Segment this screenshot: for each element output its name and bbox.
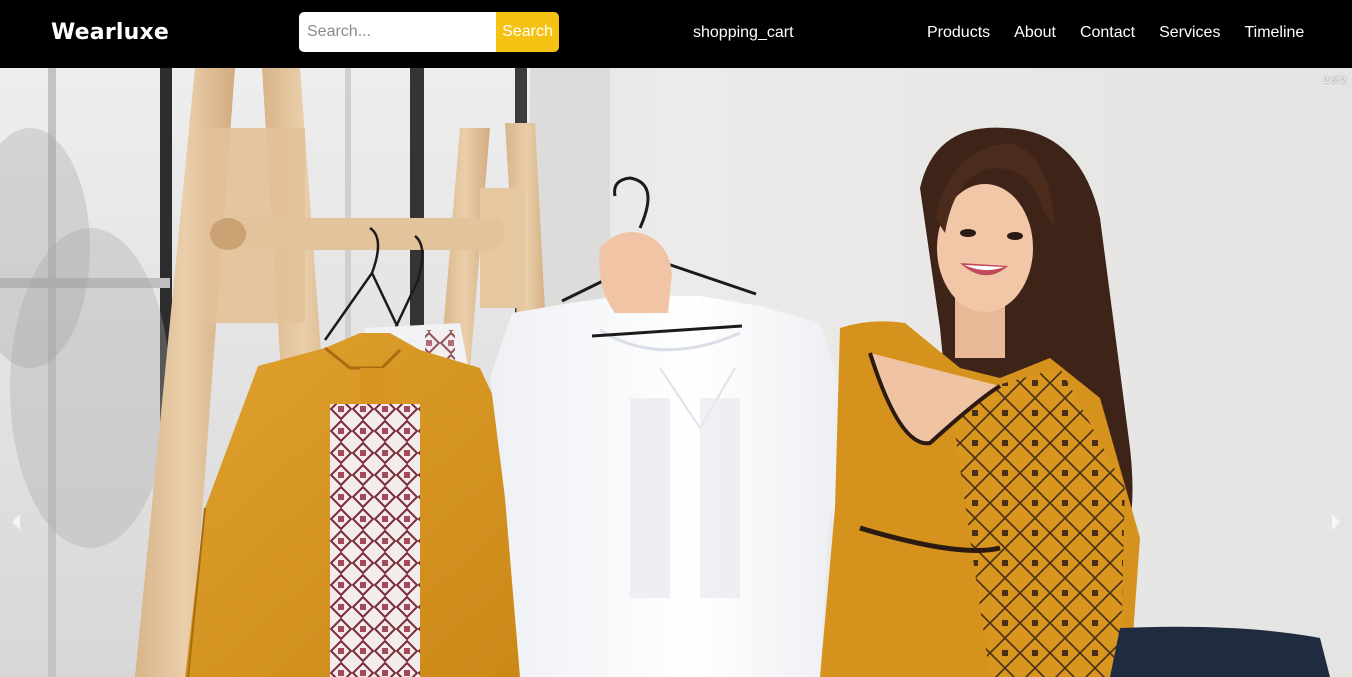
navbar: Wearluxe Search shopping_cart Products A… — [0, 0, 1352, 68]
search-input[interactable] — [299, 12, 496, 52]
nav-link-products[interactable]: Products — [927, 24, 990, 42]
nav-link-about[interactable]: About — [1014, 24, 1056, 42]
chevron-right-icon — [1332, 514, 1340, 530]
brand-logo[interactable]: Wearluxe — [51, 20, 169, 45]
nav-link-timeline[interactable]: Timeline — [1244, 24, 1304, 42]
hero-image — [0, 68, 1352, 677]
search-form: Search — [299, 12, 559, 52]
nav-link-services[interactable]: Services — [1159, 24, 1220, 42]
slide-counter: 2 of 2 — [1323, 75, 1346, 85]
nav-links: Products About Contact Services Timeline — [927, 24, 1328, 42]
search-button[interactable]: Search — [496, 12, 559, 52]
carousel-next-button[interactable] — [1326, 512, 1346, 532]
nav-link-contact[interactable]: Contact — [1080, 24, 1135, 42]
shopping-cart-icon[interactable]: shopping_cart — [693, 24, 794, 42]
carousel-prev-button[interactable] — [6, 512, 26, 532]
chevron-left-icon — [12, 514, 20, 530]
hero-carousel: 2 of 2 — [0, 68, 1352, 677]
